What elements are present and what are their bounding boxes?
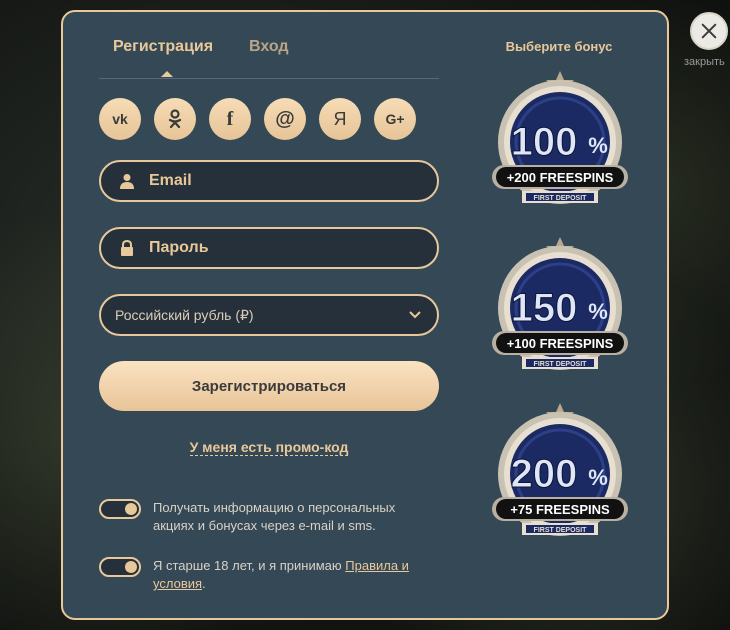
- percent-sign: %: [588, 299, 608, 324]
- social-login-row: vk f @ Я G+: [99, 98, 416, 140]
- newsletter-label: Получать информацию о персональных акция…: [153, 500, 396, 533]
- email-placeholder: Email: [149, 172, 192, 189]
- age-terms-toggle-row: Я старше 18 лет, и я принимаю Правила и …: [99, 557, 433, 593]
- close-button[interactable]: [690, 12, 728, 50]
- register-button[interactable]: Зарегистрироваться: [99, 361, 439, 411]
- age-terms-toggle[interactable]: [99, 557, 141, 577]
- bonus-title: Выберите бонус: [505, 39, 613, 54]
- google-plus-icon: G+: [385, 111, 405, 127]
- bonus-caption: FIRST DEPOSIT: [534, 195, 588, 202]
- bonus-freespins: +200 FREESPINS: [507, 170, 614, 185]
- password-placeholder: Пароль: [149, 239, 209, 256]
- lock-icon: [121, 240, 133, 256]
- odnoklassniki-icon: [168, 109, 182, 129]
- promo-code-link[interactable]: У меня есть промо-код: [189, 439, 349, 456]
- bonus-freespins: +75 FREESPINS: [510, 502, 610, 517]
- email-field[interactable]: Email: [99, 160, 439, 202]
- newsletter-toggle[interactable]: [99, 499, 141, 519]
- registration-modal: Регистрация Вход vk f @ Я G+ Email Парол…: [61, 10, 669, 620]
- bonus-percent: 150: [511, 286, 578, 330]
- facebook-button[interactable]: f: [209, 98, 251, 140]
- bonus-badge-200[interactable]: 200 % +75 FREESPINS FIRST DEPOSIT: [480, 399, 640, 549]
- bonus-percent: 200: [511, 452, 578, 496]
- vk-icon: vk: [112, 111, 128, 127]
- percent-sign: %: [588, 465, 608, 490]
- percent-sign: %: [588, 133, 608, 158]
- currency-value: Российский рубль (₽): [115, 306, 254, 323]
- password-field[interactable]: Пароль: [99, 227, 439, 269]
- bonus-caption: FIRST DEPOSIT: [534, 361, 588, 368]
- mail-ru-button[interactable]: @: [264, 98, 306, 140]
- at-sign-icon: @: [275, 107, 295, 130]
- auth-tabs: Регистрация Вход: [99, 38, 439, 79]
- vk-button[interactable]: vk: [99, 98, 141, 140]
- age-terms-end: .: [202, 576, 206, 591]
- toggle-knob: [125, 561, 137, 573]
- chevron-down-icon: [409, 311, 421, 319]
- bonus-badge-150[interactable]: 150 % +100 FREESPINS FIRST DEPOSIT: [480, 233, 640, 383]
- odnoklassniki-button[interactable]: [154, 98, 196, 140]
- newsletter-toggle-row: Получать информацию о персональных акция…: [99, 499, 433, 535]
- close-icon: [701, 23, 717, 39]
- bonus-freespins: +100 FREESPINS: [507, 336, 614, 351]
- tab-registration[interactable]: Регистрация: [113, 38, 213, 56]
- yandex-button[interactable]: Я: [319, 98, 361, 140]
- yandex-icon: Я: [333, 108, 347, 129]
- currency-select[interactable]: Российский рубль (₽): [99, 294, 439, 336]
- facebook-icon: f: [226, 107, 234, 130]
- tab-login[interactable]: Вход: [249, 38, 289, 56]
- active-tab-indicator: [161, 71, 173, 77]
- age-terms-text: Я старше 18 лет, и я принимаю: [153, 558, 346, 573]
- bonus-caption: FIRST DEPOSIT: [534, 527, 588, 534]
- age-terms-label: Я старше 18 лет, и я принимаю Правила и …: [153, 557, 433, 593]
- promo-row: У меня есть промо-код: [63, 439, 475, 457]
- close-label: закрыть: [684, 56, 725, 68]
- toggle-knob: [125, 503, 137, 515]
- bonus-badge-100[interactable]: 100 % +200 FREESPINS FIRST DEPOSIT: [480, 67, 640, 217]
- google-plus-button[interactable]: G+: [374, 98, 416, 140]
- bonus-percent: 100: [511, 120, 578, 164]
- user-icon: [120, 174, 134, 189]
